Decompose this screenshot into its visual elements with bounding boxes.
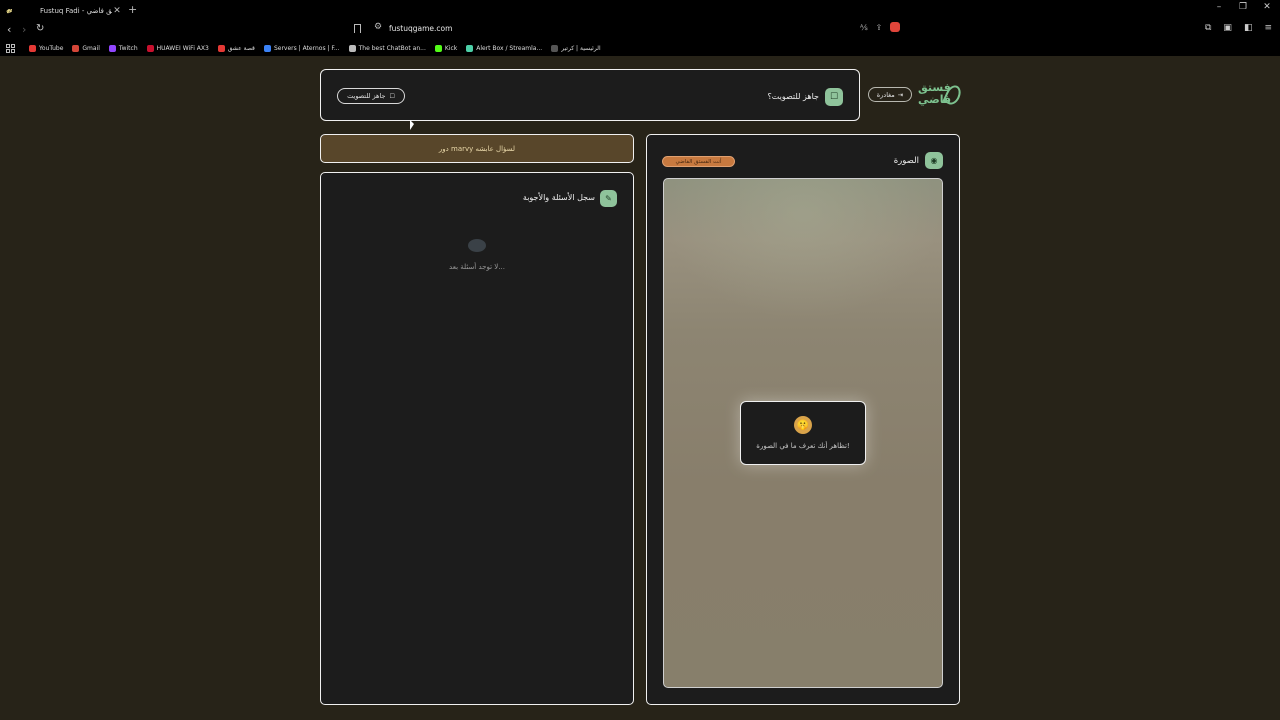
- exit-icon: ⇥: [897, 90, 904, 99]
- tab-close-icon[interactable]: ✕: [112, 6, 122, 16]
- site-logo[interactable]: فستق فاضي: [918, 81, 964, 110]
- qa-log-title: سجل الأسئلة والأجوبة: [522, 193, 595, 202]
- browser-tabstrip: 𝓋 Fustuq Fadi - فستق فاضي ✕ + – ❐ ✕: [0, 0, 1280, 20]
- hint-text: تظاهر أنك تعرف ما في الصورة!: [756, 442, 850, 450]
- sidebar-icon[interactable]: ◧: [1244, 23, 1253, 33]
- image-panel-title: الصورة: [893, 156, 919, 166]
- empty-state-text: لا توجد أسئلة بعد...: [449, 263, 505, 271]
- logo-text: فستق فاضي: [918, 81, 952, 106]
- twitch-icon: [108, 44, 116, 52]
- reload-icon[interactable]: ↻: [36, 23, 44, 34]
- youtube-icon: [29, 44, 36, 52]
- bookmark-aternos[interactable]: Servers | Aternos | F...: [263, 44, 340, 52]
- shield-icon[interactable]: [890, 22, 901, 32]
- eye-icon: ◉: [925, 152, 943, 169]
- hidden-image: 🤫 تظاهر أنك تعرف ما في الصورة!: [663, 178, 943, 688]
- image-panel: ◉ الصورة أنت الفستق الفاضي 🤫 تظاهر أنك ت…: [646, 134, 960, 705]
- feather-icon: ✎: [600, 190, 617, 207]
- tab-title: Fustuq Fadi - فستق فاضي: [40, 6, 112, 15]
- bookmark-home[interactable]: الرئيسية | كرتير: [551, 44, 601, 52]
- url-actions: ⅍ ⇪: [860, 22, 901, 32]
- game-page: فستق فاضي مغادرة ⇥ ☐ جاهز للتصويت؟ جاهز …: [0, 56, 1280, 720]
- url-text[interactable]: fustuqgame.com: [389, 24, 452, 33]
- site-settings-icon[interactable]: ⚙: [374, 22, 382, 32]
- kick-icon: [434, 44, 442, 52]
- bookmark-story[interactable]: قصة عشق: [217, 44, 255, 52]
- role-badge: أنت الفستق الفاضي: [662, 156, 735, 167]
- bookmarks-bar: YouTube Gmail Twitch HUAWEI WiFi AX3 قصة…: [0, 40, 1280, 56]
- qa-log-panel: ✎ سجل الأسئلة والأجوبة لا توجد أسئلة بعد…: [320, 172, 634, 705]
- turn-banner: دور marvy لسؤال عابشه: [320, 134, 634, 163]
- browser-tab[interactable]: Fustuq Fadi - فستق فاضي ✕: [30, 2, 122, 19]
- new-tab-button[interactable]: +: [128, 3, 137, 16]
- forward-arrow-icon[interactable]: ›: [22, 23, 26, 36]
- vote-card: ☐ جاهز للتصويت؟ جاهز للتصويت ☐: [320, 69, 860, 121]
- minimize-button[interactable]: –: [1214, 2, 1224, 12]
- chatbot-icon: [348, 44, 356, 52]
- menu-icon[interactable]: ≡: [1264, 23, 1272, 33]
- streamlabs-icon: [466, 44, 474, 52]
- extensions-icon[interactable]: ⧉: [1205, 23, 1211, 33]
- browser-toolbar: ‹ › ↻ ⚙ fustuqgame.com ⅍ ⇪ ⧉ ▣ ◧ ≡: [0, 20, 1280, 40]
- back-arrow-icon[interactable]: ‹: [7, 23, 11, 36]
- hint-popup: 🤫 تظاهر أنك تعرف ما في الصورة!: [740, 401, 866, 465]
- close-window-button[interactable]: ✕: [1262, 2, 1272, 12]
- ballot-small-icon: ☐: [389, 92, 395, 100]
- bookmark-kick[interactable]: Kick: [434, 44, 457, 52]
- ballot-icon: ☐: [825, 88, 843, 106]
- maximize-button[interactable]: ❐: [1238, 2, 1248, 12]
- bookmark-chatbot[interactable]: The best ChatBot an...: [348, 44, 426, 52]
- browser-logo-icon: 𝓋: [6, 3, 12, 16]
- bookmark-huawei[interactable]: HUAWEI WiFi AX3: [146, 44, 209, 52]
- bookmark-gmail[interactable]: Gmail: [72, 44, 100, 52]
- window-controls: – ❐ ✕: [1214, 2, 1272, 12]
- translate-icon[interactable]: ⅍: [860, 23, 868, 32]
- ready-question: جاهز للتصويت؟: [767, 92, 819, 101]
- image-blur: [664, 179, 942, 319]
- bookmark-twitch[interactable]: Twitch: [108, 44, 138, 52]
- address-bar[interactable]: ⚙ fustuqgame.com ⅍ ⇪: [350, 22, 910, 38]
- shushing-face-icon: 🤫: [794, 416, 812, 434]
- gmail-icon: [72, 44, 80, 52]
- exit-button[interactable]: مغادرة ⇥: [868, 87, 912, 102]
- right-tools: ⧉ ▣ ◧ ≡: [1205, 23, 1272, 33]
- story-site-icon: [217, 44, 225, 52]
- bookmark-streamlabs[interactable]: Alert Box / Streamla...: [466, 44, 542, 52]
- aternos-icon: [263, 44, 271, 52]
- apps-grid-icon[interactable]: [6, 43, 15, 53]
- wallet-icon[interactable]: ▣: [1223, 23, 1232, 33]
- home-site-icon: [551, 44, 559, 52]
- share-icon[interactable]: ⇪: [876, 23, 883, 32]
- bookmark-icon[interactable]: [354, 24, 361, 33]
- huawei-icon: [146, 44, 154, 52]
- mouse-cursor-icon: [410, 120, 414, 130]
- bookmark-youtube[interactable]: YouTube: [29, 44, 63, 52]
- ready-to-vote-button[interactable]: جاهز للتصويت ☐: [337, 88, 405, 104]
- speech-bubble-icon: [468, 239, 486, 252]
